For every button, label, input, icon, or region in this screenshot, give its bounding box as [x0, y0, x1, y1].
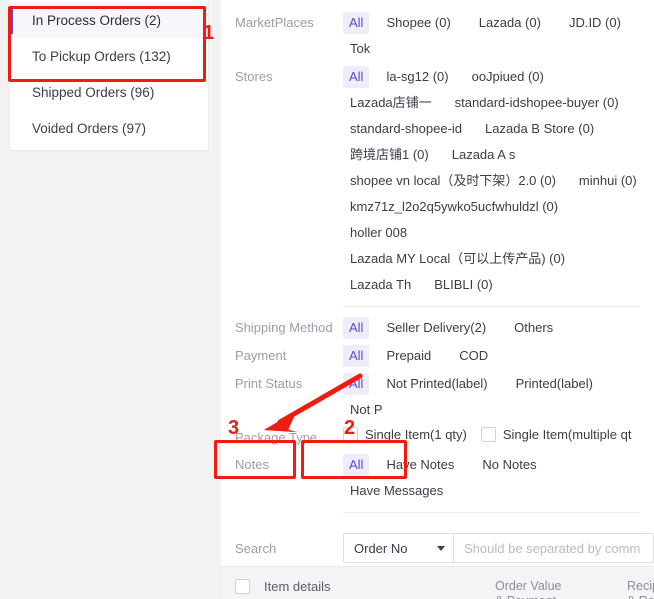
sidebar-item-label: Voided Orders (97): [32, 120, 147, 136]
filter-marketplaces-all[interactable]: All: [343, 12, 370, 34]
filter-store-lazada-a-store[interactable]: Lazada A s: [445, 144, 523, 166]
select-all-checkbox[interactable]: [235, 579, 250, 594]
filter-package-type-single-item-1qty[interactable]: Single Item(1 qty): [343, 427, 467, 442]
filter-store-holler-008[interactable]: holler 008: [343, 222, 414, 244]
search-input[interactable]: [453, 533, 654, 563]
filter-store-minhui[interactable]: minhui (0): [572, 170, 644, 192]
header-order-value: Order Value & Payment: [495, 579, 627, 599]
filter-payment-all[interactable]: All: [343, 345, 370, 367]
filter-store-la-sg12[interactable]: la-sg12 (0): [379, 66, 455, 88]
filter-print-status-not-printed-label[interactable]: Not Printed(label): [379, 373, 494, 395]
filter-payment-cod[interactable]: COD: [452, 345, 495, 367]
filter-label-payment: Payment: [235, 348, 287, 363]
filter-shipping-method-all[interactable]: All: [343, 317, 370, 339]
filter-store-lazada-b-store[interactable]: Lazada B Store (0): [478, 118, 601, 140]
filter-store-oojpiued[interactable]: ooJpiued (0): [465, 66, 551, 88]
filter-label-stores: Stores: [235, 69, 273, 84]
filter-notes-have-notes[interactable]: Have Notes: [379, 454, 461, 476]
sidebar-item-label: In Process Orders (2): [32, 12, 162, 28]
search-type-value: Order No: [354, 540, 408, 556]
filter-marketplaces-tokopedia[interactable]: Tok: [343, 38, 377, 60]
sidebar-item-voided-orders[interactable]: Voided Orders (97): [10, 110, 208, 146]
filter-shipping-method-others[interactable]: Others: [507, 317, 560, 339]
chevron-down-icon: [437, 545, 445, 551]
header-order-value-line2: & Payment: [495, 594, 627, 599]
orders-table: Item details Order Value & Payment Recip…: [221, 566, 654, 599]
filter-stores-all[interactable]: All: [343, 66, 370, 88]
filter-store-kuajing-1[interactable]: 跨境店铺1 (0): [343, 144, 436, 166]
filter-store-kmz71z[interactable]: kmz71z_l2o2q5ywko5ucfwhuldzl (0): [343, 196, 565, 218]
filter-print-status-all[interactable]: All: [343, 373, 370, 395]
filter-row-print-status: Print Status All Not Printed(label) Prin…: [221, 371, 654, 423]
filter-package-type-label: Single Item(1 qty): [365, 427, 467, 442]
filter-row-payment: Payment All Prepaid COD: [221, 343, 654, 369]
filter-row-notes: Notes All Have Notes No Notes Have Messa…: [221, 452, 654, 504]
filter-package-type-label: Single Item(multiple qt: [502, 427, 632, 442]
header-order-value-line1: Order Value: [495, 579, 562, 593]
orders-table-header: Item details Order Value & Payment Recip…: [221, 566, 654, 599]
filter-row-shipping-method: Shipping Method All Seller Delivery(2) O…: [221, 315, 654, 341]
filter-notes-have-messages[interactable]: Have Messages: [343, 480, 450, 502]
header-item-details-label: Item details: [264, 579, 331, 594]
filter-divider: [343, 306, 640, 307]
filter-store-lazada-my-local[interactable]: Lazada MY Local（可以上传产品) (0): [343, 248, 572, 270]
sidebar-item-shipped-orders[interactable]: Shipped Orders (96): [10, 74, 208, 110]
sidebar-item-to-pickup-orders[interactable]: To Pickup Orders (132): [10, 38, 208, 74]
checkbox-icon: [343, 427, 358, 442]
sidebar-item-label: Shipped Orders (96): [32, 84, 155, 100]
filter-shipping-method-seller-delivery[interactable]: Seller Delivery(2): [379, 317, 493, 339]
app-screen: In Process Orders (2) To Pickup Orders (…: [0, 0, 654, 599]
search-type-select[interactable]: Order No: [343, 533, 453, 563]
filter-row-stores: Stores All la-sg12 (0) ooJpiued (0) Laza…: [221, 64, 654, 298]
filter-store-standard-shopee-id[interactable]: standard-shopee-id: [343, 118, 469, 140]
filter-store-lazada-cn-1[interactable]: Lazada店铺一: [343, 92, 439, 114]
header-item-details: Item details: [235, 579, 495, 594]
filter-label-print-status: Print Status: [235, 376, 303, 391]
filter-label-notes: Notes: [235, 457, 269, 472]
filter-package-type-single-item-multiple-qty[interactable]: Single Item(multiple qt: [480, 427, 632, 442]
filter-store-standard-idshopee-buyer[interactable]: standard-idshopee-buyer (0): [448, 92, 626, 114]
filter-marketplaces-lazada[interactable]: Lazada (0): [472, 12, 548, 34]
header-recipient: Recipient & Region: [627, 579, 654, 599]
sidebar-item-label: To Pickup Orders (132): [32, 48, 171, 64]
header-recipient-line2: & Region: [627, 594, 654, 599]
filter-print-status-not-printed-more[interactable]: Not P: [343, 399, 390, 421]
sidebar-item-in-process-orders[interactable]: In Process Orders (2): [10, 2, 208, 38]
filter-row-marketplaces: MarketPlaces All Shopee (0) Lazada (0) J…: [221, 10, 654, 62]
order-status-sidebar: In Process Orders (2) To Pickup Orders (…: [10, 0, 208, 150]
filter-marketplaces-shopee[interactable]: Shopee (0): [379, 12, 457, 34]
filter-store-blibli[interactable]: BLIBLI (0): [427, 274, 500, 296]
filter-print-status-printed-label[interactable]: Printed(label): [509, 373, 600, 395]
filter-label-shipping-method: Shipping Method: [235, 320, 333, 335]
filter-label-marketplaces: MarketPlaces: [235, 15, 314, 30]
filter-store-lazada-th[interactable]: Lazada Th: [343, 274, 418, 296]
filter-divider-2: [343, 512, 640, 513]
filter-store-shopee-vn-local[interactable]: shopee vn local（及时下架）2.0 (0): [343, 170, 563, 192]
filter-payment-prepaid[interactable]: Prepaid: [379, 345, 438, 367]
filter-label-package-type: Package Type: [235, 430, 318, 445]
filter-row-package-type: Package Type Single Item(1 qty) Single I…: [221, 425, 654, 450]
checkbox-icon: [480, 427, 496, 442]
filter-notes-no-notes[interactable]: No Notes: [475, 454, 543, 476]
header-recipient-line1: Recipient: [627, 579, 654, 593]
filter-notes-all[interactable]: All: [343, 454, 370, 476]
orders-main-panel: MarketPlaces All Shopee (0) Lazada (0) J…: [221, 0, 654, 599]
search-label: Search: [235, 540, 277, 556]
filter-section: MarketPlaces All Shopee (0) Lazada (0) J…: [221, 0, 654, 577]
filter-marketplaces-jdid[interactable]: JD.ID (0): [562, 12, 628, 34]
